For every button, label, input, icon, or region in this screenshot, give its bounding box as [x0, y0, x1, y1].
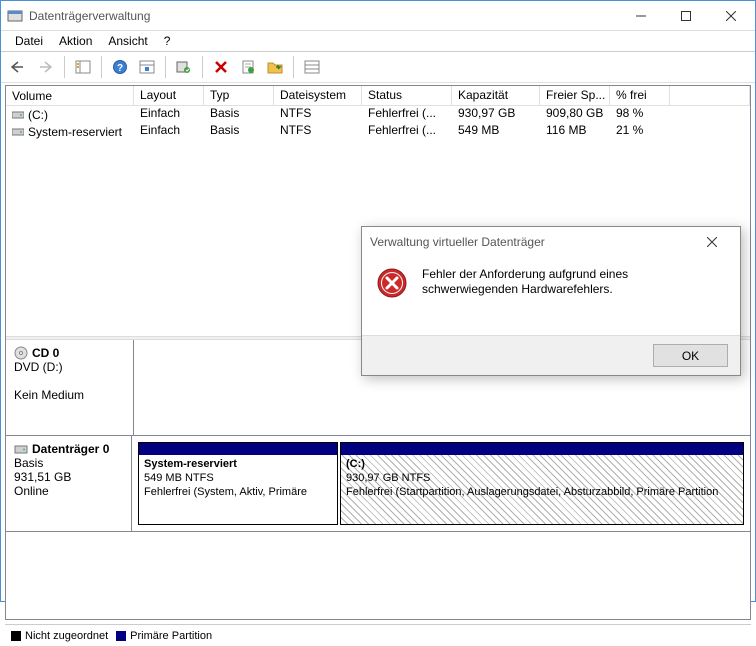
disk-partitions: System-reserviert 549 MB NTFS Fehlerfrei…: [132, 436, 750, 531]
disk-line1: DVD (D:): [14, 360, 125, 374]
vol-cap: 930,97 GB: [452, 106, 540, 123]
disk-name: Datenträger 0: [32, 442, 109, 456]
disk-row-0[interactable]: Datenträger 0 Basis 931,51 GB Online Sys…: [6, 436, 750, 532]
dialog-titlebar: Verwaltung virtueller Datenträger: [362, 227, 740, 257]
error-dialog: Verwaltung virtueller Datenträger Fehler…: [361, 226, 741, 376]
vol-pct: 98 %: [610, 106, 670, 123]
dialog-button-bar: OK: [362, 335, 740, 375]
vol-cap: 549 MB: [452, 123, 540, 140]
menu-action[interactable]: Aktion: [51, 32, 100, 50]
vol-name: (C:): [28, 108, 48, 122]
menu-view[interactable]: Ansicht: [100, 32, 155, 50]
part-status: Fehlerfrei (Startpartition, Auslagerungs…: [346, 486, 718, 498]
toolbar: ?: [1, 51, 755, 83]
legend-primary: Primäre Partition: [116, 630, 212, 642]
col-filesystem[interactable]: Dateisystem: [274, 86, 362, 105]
vol-fs: NTFS: [274, 123, 362, 140]
dialog-body: Fehler der Anforderung aufgrund eines sc…: [362, 257, 740, 335]
disk-line3: Kein Medium: [14, 388, 125, 402]
list-view-button[interactable]: [300, 55, 324, 79]
forward-button[interactable]: [34, 55, 58, 79]
show-hide-button[interactable]: [71, 55, 95, 79]
drive-icon: [12, 126, 24, 138]
vol-fs: NTFS: [274, 106, 362, 123]
vol-free: 116 MB: [540, 123, 610, 140]
partition[interactable]: (C:) 930,97 GB NTFS Fehlerfrei (Startpar…: [340, 442, 744, 525]
settings-button[interactable]: [135, 55, 159, 79]
maximize-button[interactable]: [663, 1, 708, 30]
col-type[interactable]: Typ: [204, 86, 274, 105]
refresh-button[interactable]: [172, 55, 196, 79]
col-status[interactable]: Status: [362, 86, 452, 105]
drive-icon: [12, 109, 24, 121]
disk-line2: 931,51 GB: [14, 470, 123, 484]
partition-bar: [139, 443, 337, 455]
partition[interactable]: System-reserviert 549 MB NTFS Fehlerfrei…: [138, 442, 338, 525]
vol-pct: 21 %: [610, 123, 670, 140]
cd-icon: [14, 346, 28, 360]
vol-type: Basis: [204, 106, 274, 123]
minimize-button[interactable]: [618, 1, 663, 30]
disk-line3: Online: [14, 484, 123, 498]
dialog-close-button[interactable]: [692, 228, 732, 256]
part-size: 549 MB NTFS: [144, 472, 214, 484]
menu-file[interactable]: Datei: [7, 32, 51, 50]
vol-status: Fehlerfrei (...: [362, 123, 452, 140]
vol-name: System-reserviert: [28, 125, 122, 139]
error-icon: [376, 267, 408, 299]
titlebar: Datenträgerverwaltung: [1, 1, 755, 31]
legend: Nicht zugeordnet Primäre Partition: [5, 624, 751, 646]
partition-body: System-reserviert 549 MB NTFS Fehlerfrei…: [139, 455, 337, 524]
col-volume[interactable]: Volume: [6, 86, 134, 105]
folder-button[interactable]: [263, 55, 287, 79]
disk-icon: [14, 442, 28, 456]
close-button[interactable]: [708, 1, 753, 30]
disk-graph: CD 0 DVD (D:) Kein Medium Datenträger 0 …: [6, 340, 750, 619]
menu-help[interactable]: ?: [156, 32, 179, 50]
menubar: Datei Aktion Ansicht ?: [1, 31, 755, 51]
col-layout[interactable]: Layout: [134, 86, 204, 105]
app-icon: [7, 8, 23, 24]
volume-row[interactable]: System-reserviert Einfach Basis NTFS Feh…: [6, 123, 750, 140]
back-button[interactable]: [7, 55, 31, 79]
col-free[interactable]: Freier Sp...: [540, 86, 610, 105]
partition-body: (C:) 930,97 GB NTFS Fehlerfrei (Startpar…: [341, 455, 743, 524]
disk-name: CD 0: [32, 346, 59, 360]
delete-button[interactable]: [209, 55, 233, 79]
vol-layout: Einfach: [134, 123, 204, 140]
ok-button[interactable]: OK: [653, 344, 728, 367]
disk-line1: Basis: [14, 456, 123, 470]
column-headers: Volume Layout Typ Dateisystem Status Kap…: [6, 86, 750, 106]
col-spacer: [670, 86, 750, 105]
help-button[interactable]: ?: [108, 55, 132, 79]
part-title: (C:): [346, 458, 365, 470]
partition-bar: [341, 443, 743, 455]
dialog-message: Fehler der Anforderung aufgrund eines sc…: [422, 267, 726, 297]
properties-button[interactable]: [236, 55, 260, 79]
col-capacity[interactable]: Kapazität: [452, 86, 540, 105]
window-title: Datenträgerverwaltung: [29, 9, 618, 23]
part-title: System-reserviert: [144, 458, 237, 470]
vol-layout: Einfach: [134, 106, 204, 123]
col-pctfree[interactable]: % frei: [610, 86, 670, 105]
volume-row[interactable]: (C:) Einfach Basis NTFS Fehlerfrei (... …: [6, 106, 750, 123]
vol-type: Basis: [204, 123, 274, 140]
disk-info: Datenträger 0 Basis 931,51 GB Online: [6, 436, 132, 531]
legend-unallocated: Nicht zugeordnet: [11, 630, 108, 642]
part-size: 930,97 GB NTFS: [346, 472, 430, 484]
disk-info: CD 0 DVD (D:) Kein Medium: [6, 340, 134, 435]
svg-text:?: ?: [117, 63, 123, 74]
part-status: Fehlerfrei (System, Aktiv, Primäre: [144, 486, 307, 498]
vol-status: Fehlerfrei (...: [362, 106, 452, 123]
vol-free: 909,80 GB: [540, 106, 610, 123]
dialog-title: Verwaltung virtueller Datenträger: [370, 235, 692, 249]
